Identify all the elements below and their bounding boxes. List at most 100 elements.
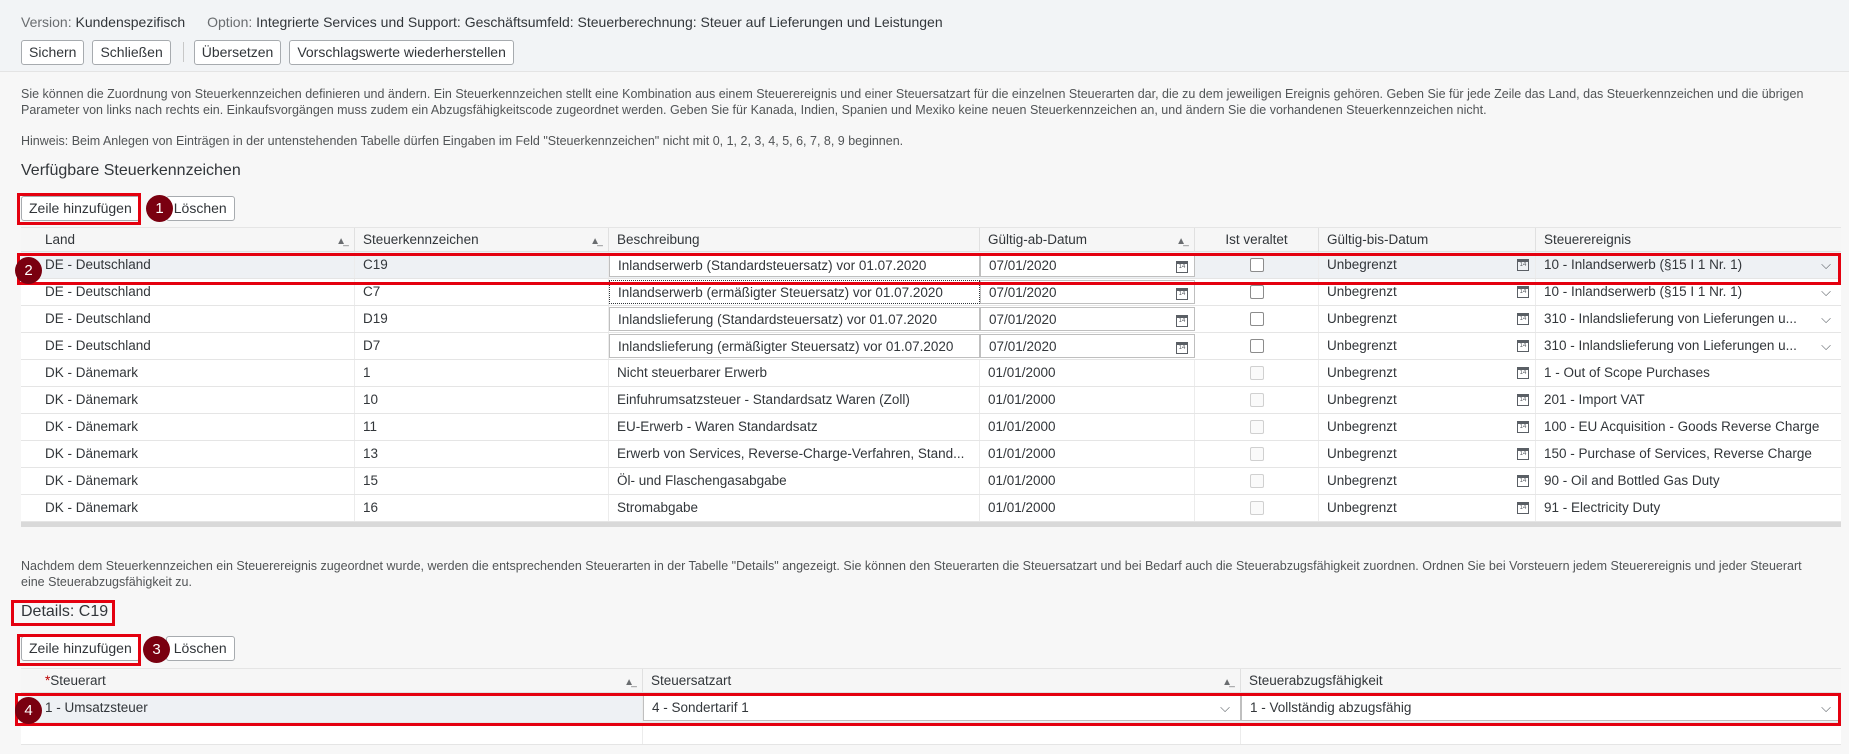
cell-tax-code[interactable]: D7 bbox=[355, 333, 609, 359]
column-header-description[interactable]: Beschreibung bbox=[609, 228, 980, 251]
chevron-down-icon[interactable]: ⌵ bbox=[1821, 279, 1831, 305]
restore-defaults-button[interactable]: Vorschlagswerte wiederherstellen bbox=[289, 39, 514, 65]
column-header-valid-from[interactable]: Gültig-ab-Datum ▲̲ bbox=[980, 228, 1195, 251]
cell-land[interactable]: DE - Deutschland bbox=[21, 333, 355, 359]
cell-tax-code[interactable]: C19 bbox=[355, 252, 609, 278]
cell-tax-code[interactable]: 1 bbox=[355, 360, 609, 386]
column-header-tax-rate-type[interactable]: Steuersatzart ▲̲ bbox=[643, 669, 1241, 692]
cell-valid-to[interactable]: Unbegrenzt 14 bbox=[1319, 279, 1536, 305]
cell-tax-type[interactable]: 1 - Umsatzsteuer bbox=[21, 693, 643, 722]
cell-valid-to[interactable]: Unbegrenzt 14 bbox=[1319, 333, 1536, 359]
calendar-icon[interactable]: 14 bbox=[1517, 502, 1529, 514]
cell-valid-from[interactable]: 07/01/2020 14 bbox=[980, 253, 1195, 277]
chevron-down-icon[interactable]: ⌵ bbox=[1821, 695, 1831, 720]
cell-obsolete[interactable] bbox=[1195, 306, 1319, 332]
calendar-icon[interactable]: 14 bbox=[1176, 261, 1188, 273]
calendar-icon[interactable]: 14 bbox=[1176, 315, 1188, 327]
cell-valid-to[interactable]: Unbegrenzt 14 bbox=[1319, 306, 1536, 332]
cell-valid-from[interactable]: 07/01/2020 14 bbox=[980, 307, 1195, 331]
calendar-icon[interactable]: 14 bbox=[1517, 421, 1529, 433]
column-header-deductibility[interactable]: Steuerabzugsfähigkeit bbox=[1241, 669, 1841, 692]
cell-tax-code[interactable]: 13 bbox=[355, 441, 609, 467]
cell-land[interactable]: DK - Dänemark bbox=[21, 387, 355, 413]
chevron-down-icon[interactable]: ⌵ bbox=[1821, 252, 1831, 278]
calendar-icon[interactable]: 14 bbox=[1176, 288, 1188, 300]
column-header-obsolete[interactable]: Ist veraltet bbox=[1195, 228, 1319, 251]
cell-land[interactable]: DK - Dänemark bbox=[21, 495, 355, 521]
calendar-icon[interactable]: 14 bbox=[1517, 286, 1529, 298]
cell-land[interactable]: DK - Dänemark bbox=[21, 360, 355, 386]
column-header-land[interactable]: Land ▲̲ bbox=[21, 228, 355, 251]
cell-obsolete[interactable] bbox=[1195, 333, 1319, 359]
table-row[interactable]: DK - Dänemark 1 Nicht steuerbarer Erwerb 01… bbox=[21, 360, 1841, 387]
cell-tax-event[interactable]: 310 - Inlandslieferung von Lieferungen u… bbox=[1536, 306, 1841, 332]
table-row[interactable]: DK - Dänemark 11 EU-Erwerb - Waren Standar… bbox=[21, 414, 1841, 441]
cell-valid-to[interactable]: Unbegrenzt 14 bbox=[1319, 414, 1536, 440]
cell-description[interactable]: Inlandslieferung (ermäßigter Steuersatz)… bbox=[609, 334, 980, 358]
cell-obsolete[interactable] bbox=[1195, 279, 1319, 305]
cell-tax-event[interactable]: 90 - Oil and Bottled Gas Duty bbox=[1536, 468, 1841, 494]
chevron-down-icon[interactable]: ⌵ bbox=[1821, 306, 1831, 332]
add-row-button[interactable]: Zeile hinzufügen bbox=[21, 196, 140, 221]
cell-tax-code[interactable]: 15 bbox=[355, 468, 609, 494]
cell-tax-event[interactable]: 1 - Out of Scope Purchases bbox=[1536, 360, 1841, 386]
calendar-icon[interactable]: 14 bbox=[1517, 448, 1529, 460]
table-row[interactable]: DE - Deutschland D7 Inlandslieferung (ermä… bbox=[21, 333, 1841, 360]
column-header-tax-event[interactable]: Steuerereignis bbox=[1536, 228, 1841, 251]
calendar-icon[interactable]: 14 bbox=[1176, 342, 1188, 354]
cell-valid-from[interactable]: 07/01/2020 14 bbox=[980, 280, 1195, 304]
table-row[interactable]: DE - Deutschland C19 Inlandserwerb (Standa… bbox=[21, 252, 1841, 279]
cell-description[interactable]: Inlandserwerb (Standardsteuersatz) vor 0… bbox=[609, 253, 980, 277]
cell-tax-code[interactable]: C7 bbox=[355, 279, 609, 305]
calendar-icon[interactable]: 14 bbox=[1517, 340, 1529, 352]
cell-description[interactable]: Inlandslieferung (Standardsteuersatz) vo… bbox=[609, 307, 980, 331]
obsolete-checkbox[interactable] bbox=[1249, 312, 1264, 326]
details-delete-button[interactable]: Löschen bbox=[165, 636, 235, 661]
cell-tax-code[interactable]: 16 bbox=[355, 495, 609, 521]
close-button[interactable]: Schließen bbox=[92, 39, 171, 65]
save-button[interactable]: Sichern bbox=[21, 39, 85, 65]
chevron-down-icon[interactable]: ⌵ bbox=[1821, 333, 1831, 359]
cell-tax-code[interactable]: D19 bbox=[355, 306, 609, 332]
details-add-row-button[interactable]: Zeile hinzufügen bbox=[21, 636, 140, 661]
cell-tax-code[interactable]: 11 bbox=[355, 414, 609, 440]
cell-valid-to[interactable]: Unbegrenzt 14 bbox=[1319, 468, 1536, 494]
cell-valid-to[interactable]: Unbegrenzt 14 bbox=[1319, 495, 1536, 521]
calendar-icon[interactable]: 14 bbox=[1517, 313, 1529, 325]
cell-tax-code[interactable]: 10 bbox=[355, 387, 609, 413]
cell-valid-to[interactable]: Unbegrenzt 14 bbox=[1319, 360, 1536, 386]
cell-valid-to[interactable]: Unbegrenzt 14 bbox=[1319, 441, 1536, 467]
table-row[interactable]: DK - Dänemark 16 Stromabgabe 01/01/2000 Unbe… bbox=[21, 495, 1841, 522]
cell-obsolete[interactable] bbox=[1195, 252, 1319, 278]
cell-tax-event[interactable]: 10 - Inlandserwerb (§15 I 1 Nr. 1) ⌵ bbox=[1536, 252, 1841, 278]
obsolete-checkbox[interactable] bbox=[1249, 339, 1264, 353]
calendar-icon[interactable]: 14 bbox=[1517, 367, 1529, 379]
cell-land[interactable]: DE - Deutschland bbox=[21, 279, 355, 305]
cell-land[interactable]: DK - Dänemark bbox=[21, 468, 355, 494]
delete-button[interactable]: Löschen bbox=[165, 196, 235, 221]
calendar-icon[interactable]: 14 bbox=[1517, 394, 1529, 406]
horizontal-scrollbar[interactable] bbox=[21, 522, 1841, 527]
column-header-valid-to[interactable]: Gültig-bis-Datum bbox=[1319, 228, 1536, 251]
cell-deductibility[interactable]: 1 - Vollständig abzugsfähig ⌵ bbox=[1241, 694, 1841, 721]
cell-land[interactable]: DE - Deutschland bbox=[21, 306, 355, 332]
column-header-tax-code[interactable]: Steuerkennzeichen ▲̲ bbox=[355, 228, 609, 251]
cell-land[interactable]: DE - Deutschland bbox=[21, 252, 355, 278]
cell-land[interactable]: DK - Dänemark bbox=[21, 441, 355, 467]
column-header-tax-type[interactable]: *Steuerart ▲̲ bbox=[21, 669, 643, 692]
cell-tax-event[interactable]: 310 - Inlandslieferung von Lieferungen u… bbox=[1536, 333, 1841, 359]
cell-valid-from[interactable]: 07/01/2020 14 bbox=[980, 334, 1195, 358]
cell-valid-to[interactable]: Unbegrenzt 14 bbox=[1319, 252, 1536, 278]
table-row[interactable]: DK - Dänemark 13 Erwerb von Services, Reve… bbox=[21, 441, 1841, 468]
table-row[interactable]: DK - Dänemark 15 Öl- und Flaschengasabgabe… bbox=[21, 468, 1841, 495]
cell-tax-event[interactable]: 91 - Electricity Duty bbox=[1536, 495, 1841, 521]
chevron-down-icon[interactable]: ⌵ bbox=[1220, 695, 1230, 720]
cell-tax-event[interactable]: 100 - EU Acquisition - Goods Reverse Cha… bbox=[1536, 414, 1841, 440]
table-row[interactable]: DE - Deutschland C7 Inlandserwerb (ermäßig… bbox=[21, 279, 1841, 306]
table-row[interactable]: 1 - Umsatzsteuer 4 - Sondertarif 1 ⌵ 1 - Vo… bbox=[21, 693, 1841, 723]
calendar-icon[interactable]: 14 bbox=[1517, 475, 1529, 487]
cell-description[interactable]: Inlandserwerb (ermäßigter Steuersatz) vo… bbox=[609, 280, 980, 304]
cell-tax-event[interactable]: 201 - Import VAT bbox=[1536, 387, 1841, 413]
table-row[interactable]: DE - Deutschland D19 Inlandslieferung (Sta… bbox=[21, 306, 1841, 333]
cell-tax-event[interactable]: 150 - Purchase of Services, Reverse Char… bbox=[1536, 441, 1841, 467]
